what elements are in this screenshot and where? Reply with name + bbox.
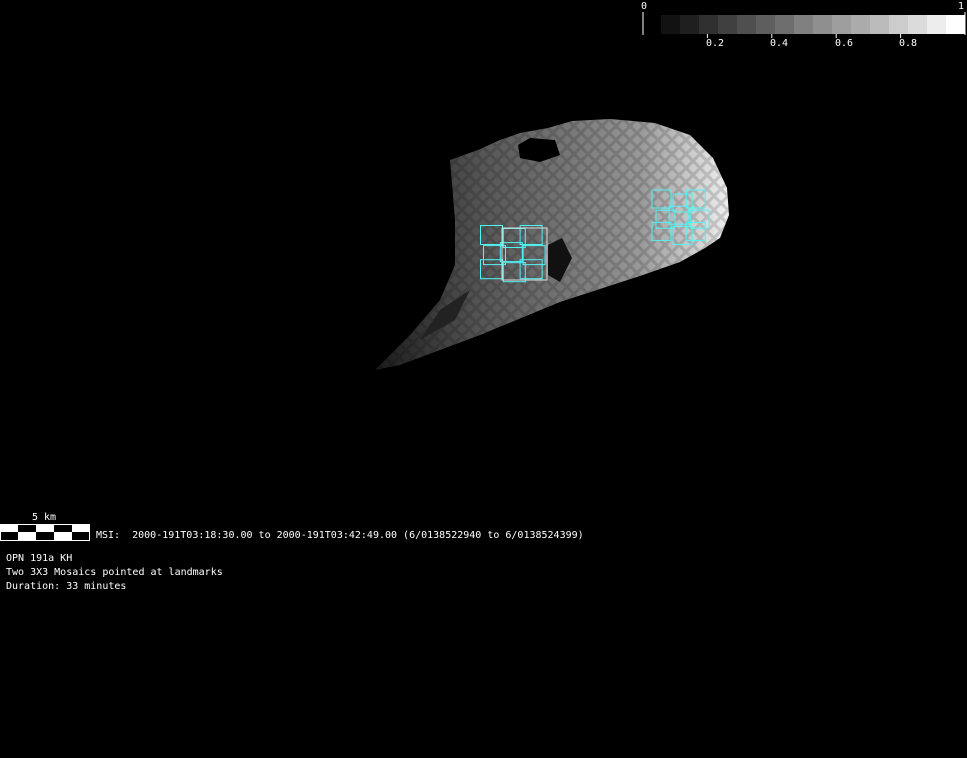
- colorbar-cell: [775, 15, 795, 34]
- colorbar-cell: [756, 15, 776, 34]
- colorbar-cell: [680, 15, 700, 34]
- colorbar-cell: [718, 15, 738, 34]
- colorbar-tick-label: 0.6: [835, 38, 854, 49]
- colorbar-max-label: 1: [958, 1, 965, 12]
- scale-bar: [0, 524, 90, 541]
- scale-bar-label: 5 km: [32, 512, 57, 523]
- opn-label: OPN 191a KH: [6, 553, 73, 564]
- colorbar-cell: [699, 15, 719, 34]
- colorbar-cell: [870, 15, 890, 34]
- colorbar-cell: [851, 15, 871, 34]
- colorbar-cell: [794, 15, 814, 34]
- duration: Duration: 33 minutes: [6, 581, 127, 592]
- colorbar: [661, 15, 966, 38]
- colorbar-cell: [832, 15, 852, 34]
- colorbar-cell: [737, 15, 757, 34]
- msi-time-range: MSI: 2000-191T03:18:30.00 to 2000-191T03…: [96, 530, 584, 541]
- colorbar-cell: [889, 15, 909, 34]
- colorbar-cell: [661, 15, 681, 34]
- colorbar-cell: [927, 15, 947, 34]
- colorbar-min-label: 0: [641, 1, 648, 12]
- colorbar-tick-label: 0.2: [706, 38, 725, 49]
- description: Two 3X3 Mosaics pointed at landmarks: [6, 567, 223, 578]
- colorbar-cell: [946, 15, 966, 34]
- colorbar-tick-label: 0.4: [770, 38, 789, 49]
- colorbar-tick-label: 0.8: [899, 38, 918, 49]
- asteroid-view: [0, 12, 966, 541]
- colorbar-cell: [813, 15, 833, 34]
- colorbar-cell: [908, 15, 928, 34]
